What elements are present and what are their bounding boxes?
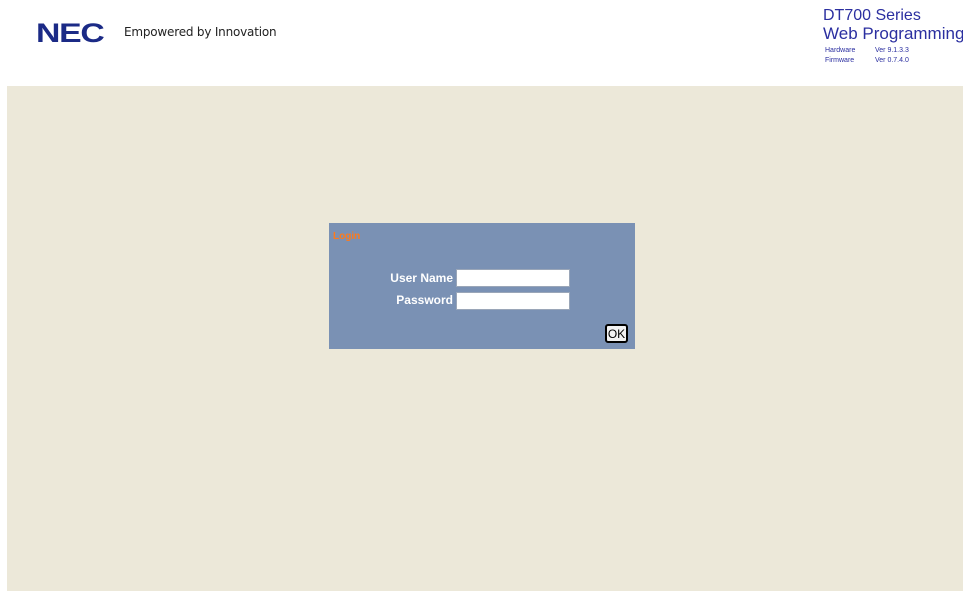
username-label: User Name [390,271,453,285]
nec-logo: NEC [36,18,105,48]
hardware-version-row: Hardware Ver 9.1.3.3 [825,46,909,55]
header: NEC Empowered by Innovation DT700 Series… [0,0,963,86]
password-input[interactable] [456,292,570,310]
firmware-version: Ver 0.7.4.0 [875,57,909,64]
tagline: Empowered by Innovation [124,25,277,39]
firmware-version-row: Firmware Ver 0.7.4.0 [825,56,909,65]
product-title: DT700 Series [823,7,921,24]
username-input[interactable] [456,269,570,287]
product-subtitle: Web Programming [823,24,963,43]
ok-button[interactable]: OK [605,324,628,343]
password-label: Password [396,293,453,307]
login-title: Login [333,231,361,242]
firmware-label: Firmware [825,57,855,64]
hardware-label: Hardware [825,47,856,54]
hardware-version: Ver 9.1.3.3 [875,47,909,54]
login-panel: Login User Name Password OK [329,223,635,349]
